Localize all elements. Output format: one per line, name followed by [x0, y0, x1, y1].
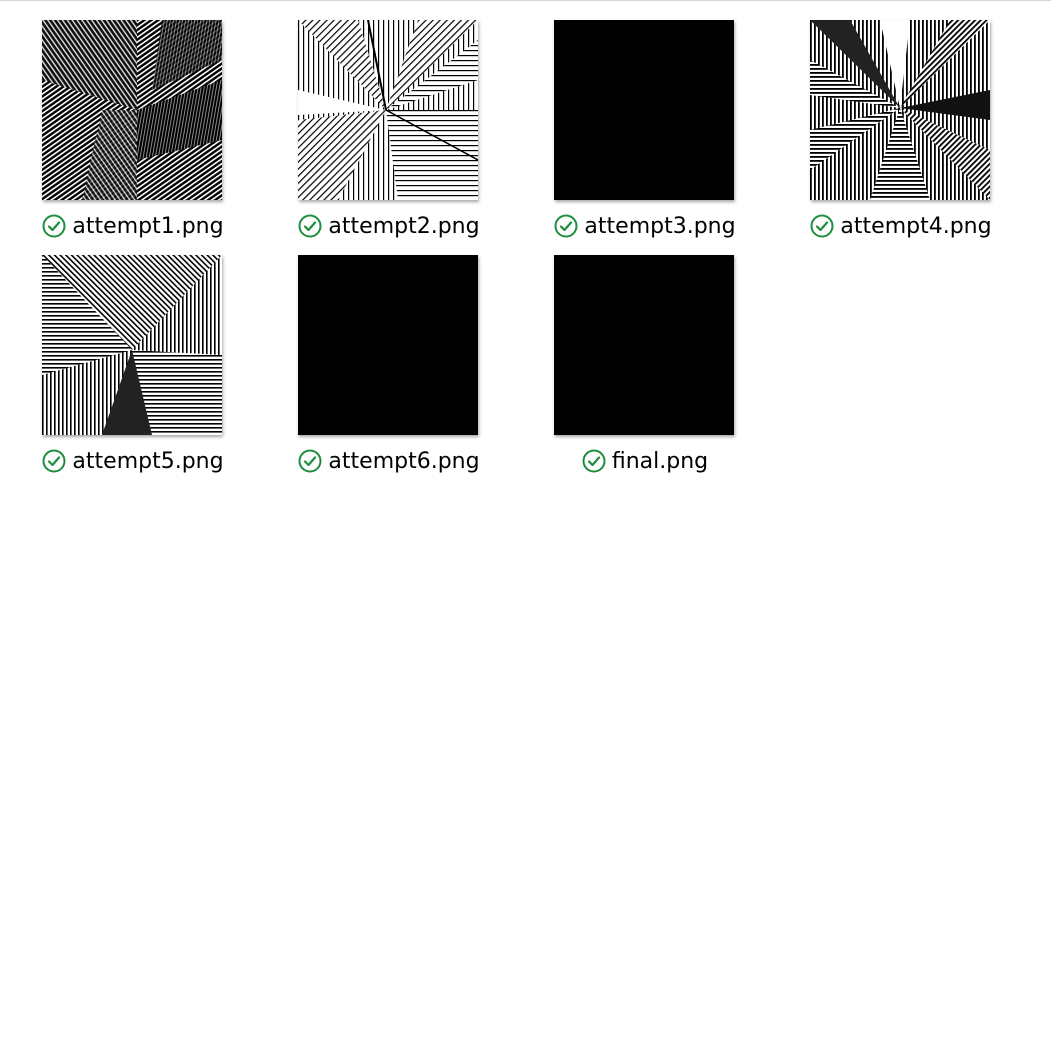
file-name-row: attempt4.png	[788, 210, 1014, 242]
file-name-label: final.png	[611, 448, 709, 474]
file-name-label: attempt1.png	[72, 213, 224, 239]
thumbnail-image	[554, 20, 734, 200]
sync-ok-check-icon	[42, 449, 66, 473]
file-tile-attempt3[interactable]: attempt3.png	[532, 20, 752, 250]
file-name-row: attempt3.png	[532, 210, 758, 242]
sync-ok-check-icon	[554, 214, 578, 238]
file-name-label: attempt4.png	[840, 213, 992, 239]
file-tile-attempt1[interactable]: attempt1.png	[20, 20, 240, 250]
file-tile-attempt5[interactable]: attempt5.png	[20, 255, 240, 485]
sync-ok-check-icon	[810, 214, 834, 238]
sync-ok-check-icon	[298, 214, 322, 238]
file-name-label: attempt3.png	[584, 213, 736, 239]
file-tile-attempt2[interactable]: attempt2.png	[276, 20, 496, 250]
thumbnail-image	[298, 255, 478, 435]
thumbnail-image	[554, 255, 734, 435]
file-tile-attempt6[interactable]: attempt6.png	[276, 255, 496, 485]
thumbnail-image	[42, 20, 222, 200]
thumbnail-image	[810, 20, 990, 200]
thumbnail-image	[298, 20, 478, 200]
thumbnail-image	[42, 255, 222, 435]
file-name-label: attempt6.png	[328, 448, 480, 474]
sync-ok-check-icon	[582, 449, 606, 473]
file-name-row: attempt6.png	[276, 445, 502, 477]
top-divider	[0, 0, 1051, 1]
file-name-label: attempt5.png	[72, 448, 224, 474]
file-name-row: attempt2.png	[276, 210, 502, 242]
sync-ok-check-icon	[42, 214, 66, 238]
file-tile-attempt4[interactable]: attempt4.png	[788, 20, 1008, 250]
file-name-row: final.png	[532, 445, 758, 477]
sync-ok-check-icon	[298, 449, 322, 473]
file-name-row: attempt5.png	[20, 445, 246, 477]
file-tile-final[interactable]: final.png	[532, 255, 752, 485]
file-name-label: attempt2.png	[328, 213, 480, 239]
file-name-row: attempt1.png	[20, 210, 246, 242]
